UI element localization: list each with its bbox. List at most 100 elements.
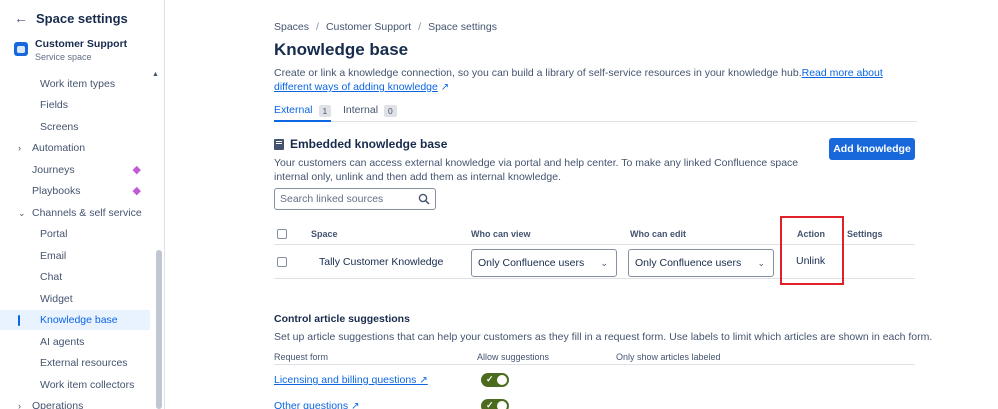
tab-external[interactable]: External 1 <box>274 104 332 122</box>
suggestions-table-header: Request form Allow suggestions Only show… <box>274 350 915 365</box>
column-header-settings: Settings <box>847 229 883 239</box>
sidebar-item-screens[interactable]: Screens <box>0 117 150 137</box>
sidebar-item-work-item-types[interactable]: Work item types <box>0 74 150 94</box>
chevron-right-icon: › <box>18 143 21 153</box>
sidebar-item-journeys[interactable]: Journeys ◆ <box>0 160 150 180</box>
sidebar-item-label: Channels & self service <box>32 207 142 219</box>
tab-internal[interactable]: Internal 0 <box>343 104 397 122</box>
space-name: Customer Support <box>35 38 128 50</box>
sidebar-item-label: Automation <box>32 142 86 154</box>
row-checkbox[interactable] <box>277 257 287 267</box>
check-icon: ✓ <box>486 400 494 409</box>
external-link-icon: ↗ <box>440 82 450 93</box>
request-form-name: Other questions <box>274 400 349 409</box>
back-arrow-icon[interactable]: ← <box>14 10 28 26</box>
sidebar-item-work-item-collectors[interactable]: Work item collectors <box>0 375 150 395</box>
breadcrumb-separator: / <box>418 21 422 33</box>
embedded-kb-description: Your customers can access external knowl… <box>274 157 799 183</box>
chevron-down-icon: ⌄ <box>18 207 26 218</box>
column-header-allow-suggestions: Allow suggestions <box>477 352 550 362</box>
sidebar-item-portal[interactable]: Portal <box>0 224 150 244</box>
sidebar-item-label: Work item collectors <box>40 379 135 391</box>
sidebar-item-label: Widget <box>40 293 73 305</box>
sidebar-item-chat[interactable]: Chat <box>0 267 150 287</box>
page-description-text: Create or link a knowledge connection, s… <box>274 67 802 79</box>
active-indicator <box>18 315 20 326</box>
tab-count-badge: 0 <box>384 105 397 117</box>
sidebar-item-automation[interactable]: › Automation <box>0 138 150 158</box>
allow-suggestions-toggle[interactable]: ✓ <box>481 399 509 409</box>
embedded-kb-title: Embedded knowledge base <box>290 137 448 151</box>
who-can-edit-select[interactable]: Only Confluence users ⌄ <box>628 249 774 277</box>
sidebar-item-label: External resources <box>40 357 128 369</box>
toggle-knob <box>497 401 507 409</box>
sidebar-item-label: AI agents <box>40 336 85 348</box>
sidebar-item-label: Knowledge base <box>40 314 118 326</box>
breadcrumb-separator: / <box>316 21 319 33</box>
space-type: Service space <box>35 52 92 62</box>
check-icon: ✓ <box>486 374 494 384</box>
page-description: Create or link a knowledge connection, s… <box>274 66 914 95</box>
column-header-space: Space <box>311 229 338 239</box>
article-suggestions-description: Set up article suggestions that can help… <box>274 331 933 343</box>
column-header-request-form: Request form <box>274 352 329 362</box>
sidebar-item-label: Fields <box>40 99 69 111</box>
sidebar-item-email[interactable]: Email <box>0 246 150 266</box>
breadcrumb-space-settings[interactable]: Space settings <box>428 21 497 33</box>
action-highlight-box <box>780 216 844 285</box>
sidebar-title: Space settings <box>36 10 128 26</box>
sidebar-item-widget[interactable]: Widget <box>0 289 150 309</box>
who-can-view-select[interactable]: Only Confluence users ⌄ <box>471 249 617 277</box>
space-info[interactable]: Customer Support Service space <box>14 38 127 62</box>
scroll-up-arrow-icon[interactable]: ▲ <box>152 71 159 78</box>
sidebar-item-channels-self-service[interactable]: ⌄ Channels & self service <box>0 203 150 223</box>
external-link-icon: ↗ <box>351 401 360 409</box>
sidebar-scrollbar[interactable] <box>156 250 162 409</box>
tab-label: External <box>274 104 313 116</box>
column-header-who-can-view: Who can view <box>471 229 531 239</box>
column-header-only-show-labeled: Only show articles labeled <box>616 352 721 362</box>
breadcrumb-spaces[interactable]: Spaces <box>274 21 309 33</box>
book-icon <box>274 138 284 150</box>
page-title: Knowledge base <box>274 40 409 59</box>
sidebar: ← Space settings Customer Support Servic… <box>0 0 165 409</box>
external-link-icon: ↗ <box>419 375 428 386</box>
tab-label: Internal <box>343 104 379 116</box>
add-knowledge-button[interactable]: Add knowledge <box>829 138 915 160</box>
sidebar-item-operations[interactable]: › Operations <box>0 396 150 409</box>
search-input[interactable] <box>280 193 418 205</box>
sidebar-item-ai-agents[interactable]: AI agents <box>0 332 150 352</box>
search-icon <box>418 193 430 205</box>
toggle-knob <box>497 375 507 385</box>
sidebar-item-label: Chat <box>40 271 63 283</box>
sidebar-item-fields[interactable]: Fields <box>0 95 150 115</box>
request-form-link[interactable]: Licensing and billing questions ↗ <box>274 374 428 386</box>
request-form-link[interactable]: Other questions ↗ <box>274 400 359 409</box>
select-all-checkbox[interactable] <box>277 229 287 239</box>
premium-gem-icon: ◆ <box>132 185 141 197</box>
article-suggestions-title: Control article suggestions <box>274 313 410 325</box>
sidebar-item-knowledge-base[interactable]: Knowledge base <box>0 310 150 330</box>
sidebar-item-label: Screens <box>40 121 79 133</box>
sidebar-item-external-resources[interactable]: External resources <box>0 353 150 373</box>
sidebar-item-label: Work item types <box>40 78 116 90</box>
sidebar-item-label: Operations <box>32 400 84 409</box>
tab-count-badge: 1 <box>318 105 332 117</box>
chevron-right-icon: › <box>18 401 21 409</box>
search-linked-sources[interactable] <box>274 188 436 210</box>
breadcrumb-customer-support[interactable]: Customer Support <box>326 21 411 33</box>
sidebar-item-label: Playbooks <box>32 185 81 197</box>
who-can-edit-value: Only Confluence users <box>635 257 742 269</box>
chevron-down-icon: ⌄ <box>757 258 765 268</box>
request-form-name: Licensing and billing questions <box>274 374 417 386</box>
who-can-view-value: Only Confluence users <box>478 257 585 269</box>
allow-suggestions-toggle[interactable]: ✓ <box>481 373 509 387</box>
sidebar-item-label: Portal <box>40 228 68 240</box>
sidebar-item-playbooks[interactable]: Playbooks ◆ <box>0 181 150 201</box>
tab-bar: External 1 Internal 0 <box>274 104 917 122</box>
sidebar-item-label: Journeys <box>32 164 75 176</box>
chevron-down-icon: ⌄ <box>600 258 608 268</box>
space-name-cell: Tally Customer Knowledge <box>319 256 444 268</box>
premium-gem-icon: ◆ <box>132 164 141 176</box>
sidebar-header: ← Space settings <box>14 10 128 26</box>
